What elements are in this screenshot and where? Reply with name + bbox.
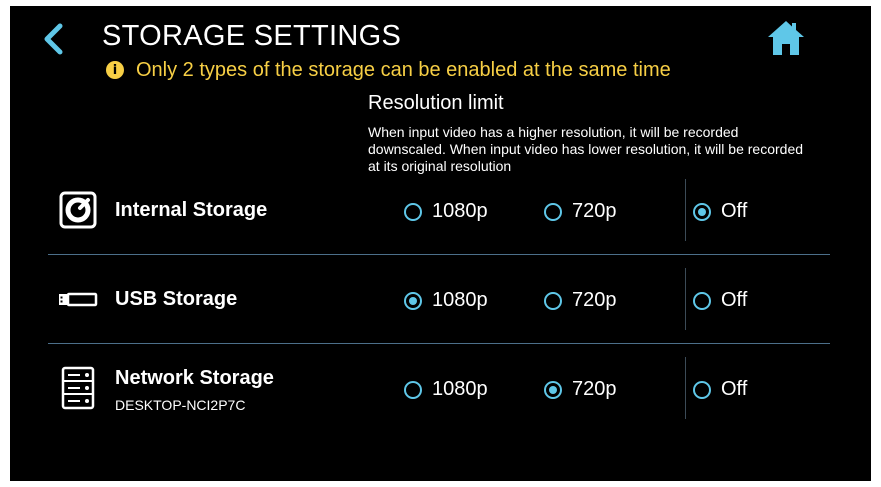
home-icon (768, 21, 804, 55)
option-label: 720p (572, 200, 617, 222)
resolution-limit-title: Resolution limit (368, 92, 504, 114)
option-label: Off (721, 289, 748, 311)
option-720p[interactable]: 720p (544, 378, 617, 401)
storage-name: Network Storage (115, 367, 274, 389)
column-divider (685, 179, 686, 241)
radio-button[interactable] (404, 380, 422, 399)
storage-host-name: DESKTOP-NCI2P7C (115, 397, 246, 413)
radio-button[interactable] (693, 291, 711, 310)
option-label: 1080p (432, 289, 488, 311)
chevron-left-icon (44, 23, 63, 55)
home-button[interactable] (767, 20, 805, 56)
radio-button[interactable] (404, 291, 422, 310)
option-1080p[interactable]: 1080p (404, 200, 488, 223)
option-label: 720p (572, 378, 617, 400)
radio-button[interactable] (693, 202, 711, 221)
option-720p[interactable]: 720p (544, 289, 617, 312)
storage-row-internal: Internal Storage 1080p 720p Off (48, 166, 830, 254)
option-label: Off (721, 200, 748, 222)
radio-button[interactable] (693, 380, 711, 399)
radio-button[interactable] (544, 380, 562, 399)
notice-text: Only 2 types of the storage can be enabl… (136, 58, 671, 81)
option-1080p[interactable]: 1080p (404, 289, 488, 312)
storage-settings-screen: STORAGE SETTINGS i Only 2 types of the s… (10, 6, 871, 481)
disk-icon (58, 190, 98, 230)
usb-drive-icon (58, 279, 98, 319)
info-icon: i (106, 61, 124, 79)
column-divider (685, 357, 686, 419)
storage-name: Internal Storage (115, 199, 268, 221)
option-label: 1080p (432, 200, 488, 222)
notice: i Only 2 types of the storage can be ena… (106, 58, 671, 82)
server-icon (58, 366, 98, 410)
storage-row-usb: USB Storage 1080p 720p Off (48, 255, 830, 343)
option-off[interactable]: Off (693, 378, 747, 401)
storage-name: USB Storage (115, 288, 238, 310)
storage-row-network: Network Storage DESKTOP-NCI2P7C 1080p 72… (48, 344, 830, 432)
radio-button[interactable] (544, 291, 562, 310)
back-button[interactable] (40, 22, 66, 56)
option-off[interactable]: Off (693, 289, 747, 312)
radio-button[interactable] (544, 202, 562, 221)
option-720p[interactable]: 720p (544, 200, 617, 223)
option-label: 1080p (432, 378, 488, 400)
radio-button[interactable] (404, 202, 422, 221)
option-label: 720p (572, 289, 617, 311)
column-divider (685, 268, 686, 330)
option-1080p[interactable]: 1080p (404, 378, 488, 401)
option-label: Off (721, 378, 748, 400)
page-title: STORAGE SETTINGS (102, 20, 402, 52)
option-off[interactable]: Off (693, 200, 747, 223)
